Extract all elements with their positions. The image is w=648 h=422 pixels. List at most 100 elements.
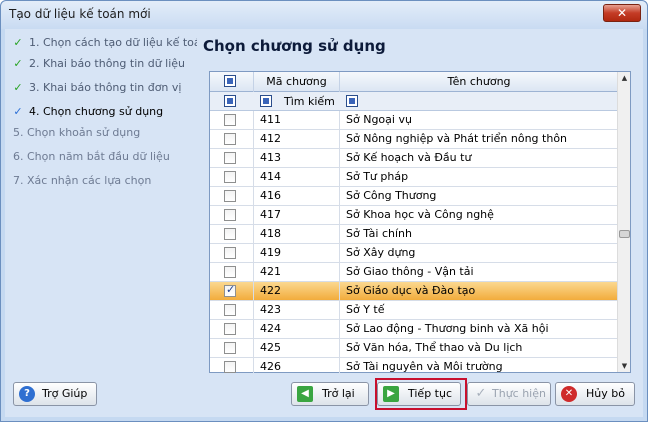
table-row[interactable]: 419 Sở Xây dựng: [210, 244, 618, 263]
step-4: ✓ 4. Chọn chương sử dụng: [11, 102, 163, 122]
row-check-cell: [210, 168, 254, 187]
row-check-cell: [210, 225, 254, 244]
row-name: Sở Tư pháp: [346, 170, 409, 183]
execute-button[interactable]: ✓ Thực hiện: [467, 382, 551, 406]
row-code: 426: [254, 358, 340, 373]
row-check-cell: [210, 282, 254, 301]
filter-code-toggle[interactable]: [260, 95, 272, 107]
scroll-thumb[interactable]: [619, 230, 630, 238]
row-check-cell: [210, 339, 254, 358]
scroll-up-arrow-icon[interactable]: ▲: [619, 72, 630, 84]
chapter-grid: Mã chương Tên chương Tìm kiếm 411 Sở Ngoạ…: [209, 71, 631, 373]
dialog-body: ✓ 1. Chọn cách tạo dữ liệu kế toán ✓ 2. Kh…: [5, 29, 643, 417]
row-checkbox[interactable]: [224, 190, 236, 202]
row-name: Sở Xây dựng: [346, 246, 416, 259]
row-check-cell: [210, 130, 254, 149]
row-code: 417: [254, 206, 340, 225]
row-checkbox[interactable]: [224, 323, 236, 335]
step-2: ✓ 2. Khai báo thông tin dữ liệu: [11, 54, 185, 74]
checkmark-icon: ✓: [13, 105, 23, 118]
row-checkbox[interactable]: [224, 152, 236, 164]
row-code: 418: [254, 225, 340, 244]
step-label: 1. Chọn cách tạo dữ liệu kế toán: [29, 36, 208, 49]
step-3: ✓ 3. Khai báo thông tin đơn vị: [11, 78, 181, 98]
row-checkbox[interactable]: [224, 342, 236, 354]
row-code: 416: [254, 187, 340, 206]
table-row[interactable]: 414 Sở Tư pháp: [210, 168, 618, 187]
step-label: 3. Khai báo thông tin đơn vị: [29, 81, 182, 94]
vertical-scrollbar[interactable]: ▲ ▼: [617, 72, 630, 372]
row-name: Sở Ngoại vụ: [346, 113, 412, 126]
table-row[interactable]: 422 Sở Giáo dục và Đào tạo: [210, 282, 618, 301]
row-name: Sở Kế hoạch và Đầu tư: [346, 151, 472, 164]
checkmark-icon: ✓: [13, 57, 23, 70]
row-checkbox[interactable]: [224, 171, 236, 183]
row-name: Sở Y tế: [346, 303, 385, 316]
page-title: Chọn chương sử dụng: [203, 37, 386, 55]
help-icon: ?: [19, 386, 35, 402]
column-header-name[interactable]: Tên chương: [340, 72, 618, 92]
table-row[interactable]: 418 Sở Tài chính: [210, 225, 618, 244]
step-1: ✓ 1. Chọn cách tạo dữ liệu kế toán: [11, 33, 208, 53]
row-name: Sở Văn hóa, Thể thao và Du lịch: [346, 341, 523, 354]
row-name: Sở Lao động - Thương binh và Xã hội: [346, 322, 549, 335]
filter-name-toggle[interactable]: [346, 95, 358, 107]
main-panel: Chọn chương sử dụng Mã chương Tên chương…: [197, 29, 643, 373]
help-button[interactable]: ? Trợ Giúp: [13, 382, 97, 406]
table-row[interactable]: 426 Sở Tài nguyên và Môi trường: [210, 358, 618, 373]
dialog-window: Tạo dữ liệu kế toán mới ✕ ✓ 1. Chọn cách …: [0, 0, 648, 422]
row-checkbox[interactable]: [224, 361, 236, 373]
table-row[interactable]: 413 Sở Kế hoạch và Đầu tư: [210, 149, 618, 168]
table-row[interactable]: 411 Sở Ngoại vụ: [210, 111, 618, 130]
row-checkbox[interactable]: [224, 247, 236, 259]
row-checkbox[interactable]: [224, 228, 236, 240]
search-label[interactable]: Tìm kiếm: [284, 95, 335, 108]
next-button[interactable]: ▶ Tiếp tục: [377, 382, 461, 406]
row-name: Sở Khoa học và Công nghệ: [346, 208, 494, 221]
step-5: 5. Chọn khoản sử dụng: [11, 123, 140, 143]
filter-check-toggle[interactable]: [224, 95, 236, 107]
row-check-cell: [210, 301, 254, 320]
row-checkbox[interactable]: [224, 283, 236, 297]
row-checkbox[interactable]: [224, 266, 236, 278]
row-check-cell: [210, 111, 254, 130]
row-name: Sở Tài nguyên và Môi trường: [346, 360, 503, 373]
select-all-checkbox[interactable]: [224, 75, 236, 87]
table-row[interactable]: 423 Sở Y tế: [210, 301, 618, 320]
row-checkbox[interactable]: [224, 209, 236, 221]
arrow-right-icon: ▶: [383, 386, 399, 402]
wizard-steps: ✓ 1. Chọn cách tạo dữ liệu kế toán ✓ 2. Kh…: [5, 29, 208, 369]
row-code: 412: [254, 130, 340, 149]
row-check-cell: [210, 244, 254, 263]
row-code: 414: [254, 168, 340, 187]
step-label: 2. Khai báo thông tin dữ liệu: [29, 57, 186, 70]
cancel-button[interactable]: ✕ Hủy bỏ: [555, 382, 635, 406]
grid-rows: 411 Sở Ngoại vụ 412 Sở Nông nghiệp và Phát …: [210, 111, 618, 373]
checkmark-icon: ✓: [475, 386, 487, 401]
grid-header: Mã chương Tên chương: [210, 72, 618, 92]
table-row[interactable]: 425 Sở Văn hóa, Thể thao và Du lịch: [210, 339, 618, 358]
table-row[interactable]: 421 Sở Giao thông - Vận tải: [210, 263, 618, 282]
row-check-cell: [210, 149, 254, 168]
title-bar[interactable]: Tạo dữ liệu kế toán mới ✕: [1, 1, 647, 29]
row-name: Sở Công Thương: [346, 189, 437, 202]
scroll-down-arrow-icon[interactable]: ▼: [619, 360, 630, 372]
row-checkbox[interactable]: [224, 133, 236, 145]
back-button[interactable]: ◀ Trở lại: [291, 382, 369, 406]
table-row[interactable]: 412 Sở Nông nghiệp và Phát triển nông thô…: [210, 130, 618, 149]
column-header-code[interactable]: Mã chương: [254, 72, 340, 92]
table-row[interactable]: 417 Sở Khoa học và Công nghệ: [210, 206, 618, 225]
row-name: Sở Giao thông - Vận tải: [346, 265, 474, 278]
step-label: 4. Chọn chương sử dụng: [29, 105, 164, 118]
row-checkbox[interactable]: [224, 304, 236, 316]
table-row[interactable]: 416 Sở Công Thương: [210, 187, 618, 206]
row-code: 419: [254, 244, 340, 263]
close-button[interactable]: ✕: [603, 4, 641, 22]
table-row[interactable]: 424 Sở Lao động - Thương binh và Xã hội: [210, 320, 618, 339]
header-check-cell: [210, 72, 254, 92]
row-code: 411: [254, 111, 340, 130]
row-check-cell: [210, 358, 254, 373]
row-check-cell: [210, 206, 254, 225]
row-checkbox[interactable]: [224, 114, 236, 126]
step-6: 6. Chọn năm bắt đầu dữ liệu: [11, 147, 170, 167]
